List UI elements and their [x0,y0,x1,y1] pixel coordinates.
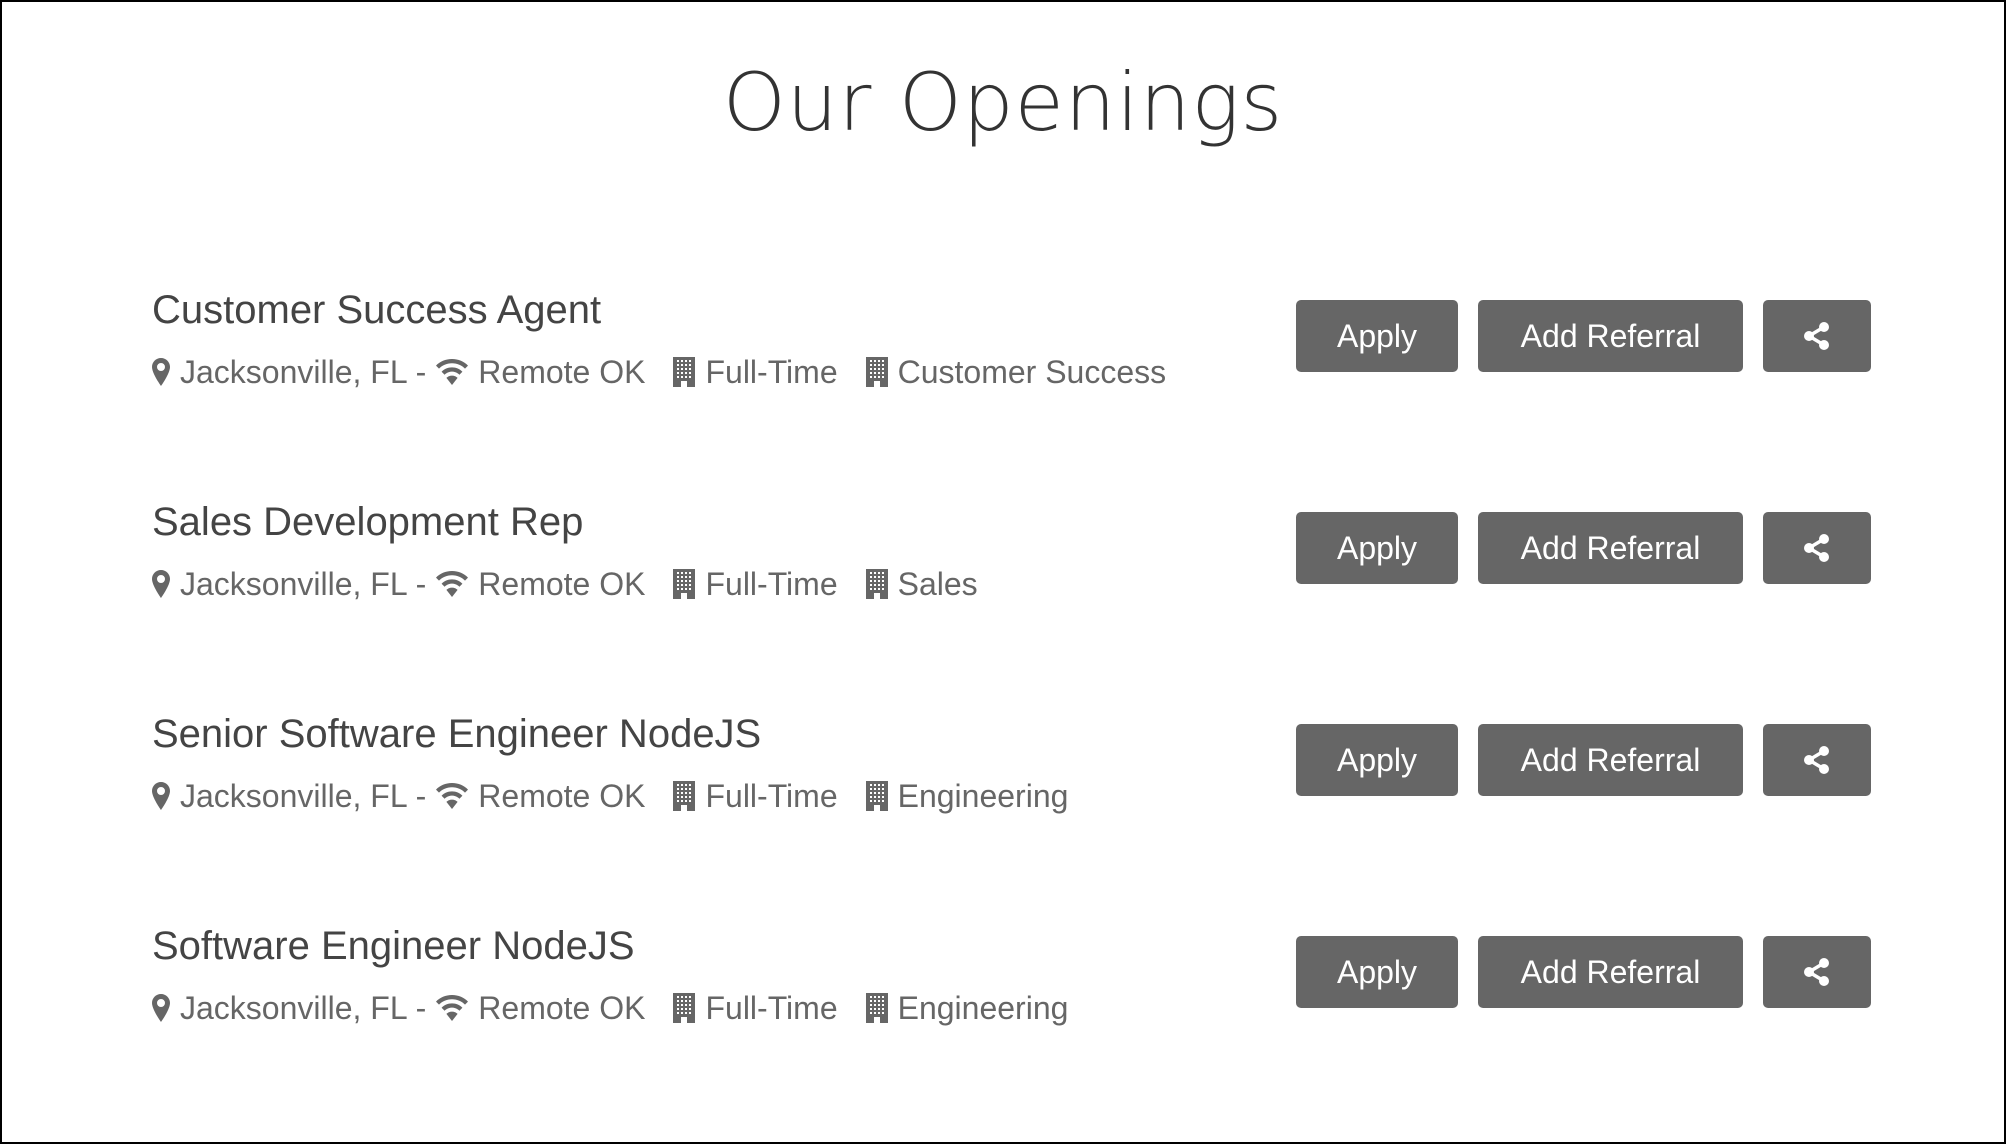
add-referral-button[interactable]: Add Referral [1478,300,1743,372]
job-department: Customer Success [865,352,1167,392]
opening-item: Senior Software Engineer NodeJS Jacksonv… [152,706,1872,918]
building-icon [865,357,888,387]
page-title: Our Openings [722,56,1284,149]
share-button[interactable] [1763,512,1871,584]
map-marker-icon [152,782,170,810]
job-meta: Jacksonville, FL - Remote OK Full-Time [152,564,978,604]
department-text: Engineering [897,990,1069,1026]
opening-item: Software Engineer NodeJS Jacksonville, F… [152,918,1872,1130]
department-text: Engineering [897,778,1069,814]
department-text: Sales [897,566,978,602]
location-separator: - [415,566,427,602]
apply-button[interactable]: Apply [1296,724,1458,796]
opening-item: Sales Development Rep Jacksonville, FL -… [152,494,1872,706]
building-icon [865,993,888,1023]
opening-actions: Apply Add Referral [1296,724,1871,796]
job-remote: Remote OK [436,776,645,816]
openings-list: Customer Success Agent Jacksonville, FL … [152,282,1872,1130]
location-text: Jacksonville, FL [180,354,408,390]
wifi-icon [436,995,469,1021]
remote-text: Remote OK [478,566,646,602]
share-button[interactable] [1763,300,1871,372]
share-button[interactable] [1763,936,1871,1008]
type-text: Full-Time [705,354,838,390]
building-icon [673,781,696,811]
job-title[interactable]: Senior Software Engineer NodeJS [152,710,761,758]
job-title[interactable]: Customer Success Agent [152,286,601,334]
job-title[interactable]: Software Engineer NodeJS [152,922,635,970]
share-icon [1802,745,1832,775]
job-title[interactable]: Sales Development Rep [152,498,583,546]
building-icon [865,781,888,811]
remote-text: Remote OK [478,354,646,390]
opening-actions: Apply Add Referral [1296,936,1871,1008]
location-text: Jacksonville, FL [180,566,408,602]
type-text: Full-Time [705,990,838,1026]
job-meta: Jacksonville, FL - Remote OK Full-Time [152,776,1068,816]
job-location: Jacksonville, FL - [152,988,436,1028]
building-icon [673,993,696,1023]
share-icon [1802,533,1832,563]
job-location: Jacksonville, FL - [152,564,436,604]
job-type: Full-Time [673,776,838,816]
building-icon [865,569,888,599]
job-meta: Jacksonville, FL - Remote OK Full-Time [152,988,1068,1028]
remote-text: Remote OK [478,990,646,1026]
location-separator: - [415,990,427,1026]
wifi-icon [436,359,469,385]
job-remote: Remote OK [436,352,645,392]
share-icon [1802,321,1832,351]
share-button[interactable] [1763,724,1871,796]
job-meta: Jacksonville, FL - Remote OK Full-Time [152,352,1166,392]
apply-button[interactable]: Apply [1296,936,1458,1008]
building-icon [673,357,696,387]
remote-text: Remote OK [478,778,646,814]
department-text: Customer Success [897,354,1167,390]
job-remote: Remote OK [436,564,645,604]
add-referral-button[interactable]: Add Referral [1478,936,1743,1008]
wifi-icon [436,571,469,597]
location-text: Jacksonville, FL [180,990,408,1026]
type-text: Full-Time [705,566,838,602]
opening-actions: Apply Add Referral [1296,300,1871,372]
job-location: Jacksonville, FL - [152,776,436,816]
map-marker-icon [152,358,170,386]
type-text: Full-Time [705,778,838,814]
opening-actions: Apply Add Referral [1296,512,1871,584]
location-separator: - [415,778,427,814]
job-remote: Remote OK [436,988,645,1028]
wifi-icon [436,783,469,809]
job-department: Engineering [865,776,1069,816]
apply-button[interactable]: Apply [1296,300,1458,372]
job-department: Engineering [865,988,1069,1028]
location-text: Jacksonville, FL [180,778,408,814]
job-type: Full-Time [673,988,838,1028]
opening-item: Customer Success Agent Jacksonville, FL … [152,282,1872,494]
location-separator: - [415,354,427,390]
apply-button[interactable]: Apply [1296,512,1458,584]
job-location: Jacksonville, FL - [152,352,436,392]
map-marker-icon [152,994,170,1022]
add-referral-button[interactable]: Add Referral [1478,724,1743,796]
share-icon [1802,957,1832,987]
job-department: Sales [865,564,978,604]
job-type: Full-Time [673,564,838,604]
job-type: Full-Time [673,352,838,392]
building-icon [673,569,696,599]
add-referral-button[interactable]: Add Referral [1478,512,1743,584]
map-marker-icon [152,570,170,598]
